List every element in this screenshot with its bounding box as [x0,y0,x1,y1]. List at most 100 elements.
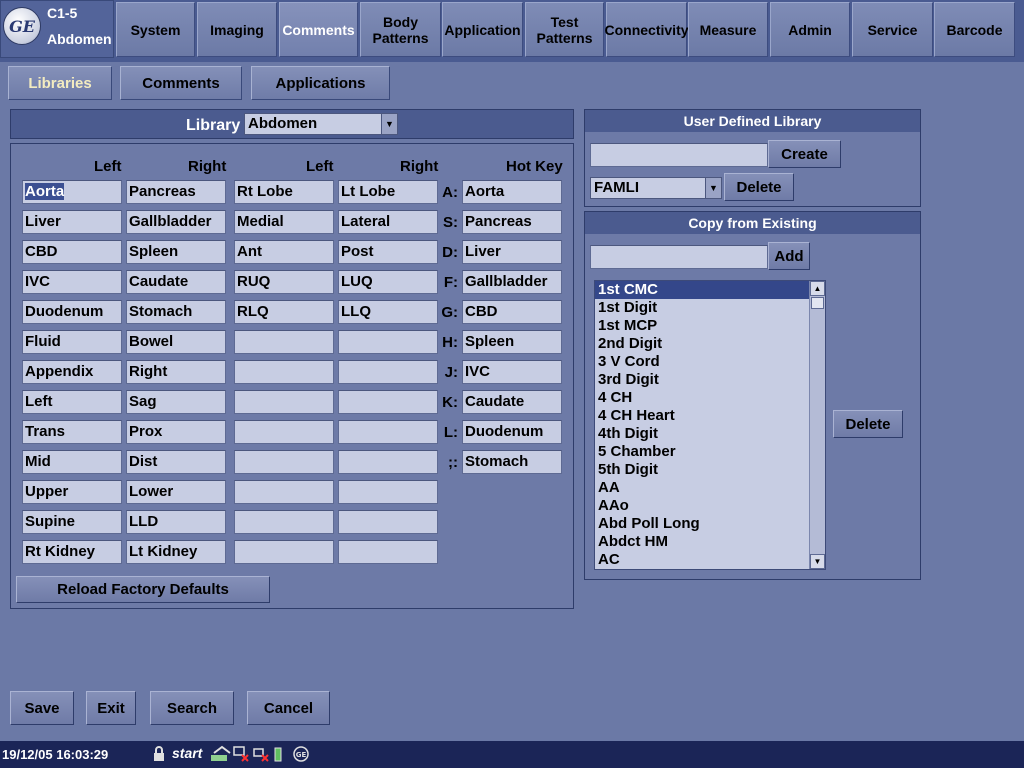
comment-field[interactable]: Lt Lobe [338,180,438,204]
comment-field[interactable]: Rt Lobe [234,180,334,204]
comment-field[interactable]: Spleen [126,240,226,264]
comment-field[interactable] [234,540,334,564]
tab-connectivity[interactable]: Connectivity [605,2,689,57]
comment-field[interactable] [234,510,334,534]
comment-field[interactable]: Upper [22,480,122,504]
list-item[interactable]: 3 V Cord [595,353,825,371]
list-scrollbar[interactable]: ▲ ▼ [809,281,825,569]
list-item[interactable]: 1st CMC [595,281,825,299]
comment-field[interactable]: LUQ [338,270,438,294]
tab-comments[interactable]: Comments [279,2,358,57]
exit-button[interactable]: Exit [86,691,136,725]
list-item[interactable]: 5th Digit [595,461,825,479]
comment-field[interactable]: Caudate [126,270,226,294]
comment-field[interactable]: IVC [22,270,122,294]
scroll-down-icon[interactable]: ▼ [810,554,825,569]
comment-field[interactable]: Medial [234,210,334,234]
comment-field[interactable]: Bowel [126,330,226,354]
comment-field[interactable]: LLD [126,510,226,534]
comment-field[interactable] [338,450,438,474]
search-button[interactable]: Search [150,691,234,725]
hotkey-field[interactable]: Pancreas [462,210,562,234]
scroll-up-icon[interactable]: ▲ [810,281,825,296]
comment-field[interactable] [234,330,334,354]
chevron-down-icon[interactable]: ▼ [381,114,397,134]
library-select[interactable]: Abdomen ▼ [244,113,398,135]
scroll-thumb[interactable] [811,297,824,309]
comment-field[interactable]: RUQ [234,270,334,294]
comment-field[interactable]: Appendix [22,360,122,384]
hotkey-field[interactable]: IVC [462,360,562,384]
list-item[interactable]: 3rd Digit [595,371,825,389]
list-item[interactable]: Abdct HM [595,533,825,551]
comment-field[interactable]: Supine [22,510,122,534]
comment-field[interactable] [338,360,438,384]
list-item[interactable]: 5 Chamber [595,443,825,461]
start-label[interactable]: start [172,745,202,761]
comment-field[interactable]: LLQ [338,300,438,324]
list-item[interactable]: 4th Digit [595,425,825,443]
list-item[interactable]: 2nd Digit [595,335,825,353]
list-item[interactable]: 1st Digit [595,299,825,317]
comment-field[interactable]: RLQ [234,300,334,324]
comment-field[interactable]: Mid [22,450,122,474]
subtab-libraries[interactable]: Libraries [8,66,112,100]
comment-field[interactable]: Gallbladder [126,210,226,234]
comment-field[interactable]: Lateral [338,210,438,234]
comment-field[interactable] [338,510,438,534]
user-library-select[interactable]: FAMLI ▼ [590,177,722,199]
comment-field[interactable] [338,540,438,564]
comment-field[interactable] [338,390,438,414]
tab-test-patterns[interactable]: Test Patterns [525,2,604,57]
comment-field[interactable]: Dist [126,450,226,474]
hotkey-field[interactable]: Caudate [462,390,562,414]
list-item[interactable]: AAo [595,497,825,515]
comment-field[interactable]: CBD [22,240,122,264]
hotkey-field[interactable]: Aorta [462,180,562,204]
list-item[interactable]: 1st MCP [595,317,825,335]
save-button[interactable]: Save [10,691,74,725]
comment-field[interactable]: Stomach [126,300,226,324]
comment-field[interactable]: Left [22,390,122,414]
comment-field[interactable] [338,480,438,504]
comment-field[interactable]: Prox [126,420,226,444]
hotkey-field[interactable]: CBD [462,300,562,324]
comment-field[interactable]: Rt Kidney [22,540,122,564]
existing-library-list[interactable]: 1st CMC 1st Digit 1st MCP 2nd Digit 3 V Cord… [594,280,826,570]
subtab-comments[interactable]: Comments [120,66,242,100]
hotkey-field[interactable]: Duodenum [462,420,562,444]
list-item[interactable]: 4 CH Heart [595,407,825,425]
tab-measure[interactable]: Measure [688,2,768,57]
comment-field[interactable]: Aorta [22,180,122,204]
comment-field[interactable]: Liver [22,210,122,234]
comment-field[interactable] [234,390,334,414]
add-button[interactable]: Add [768,242,810,270]
hotkey-field[interactable]: Gallbladder [462,270,562,294]
delete-item-button[interactable]: Delete [833,410,903,438]
comment-field[interactable] [234,420,334,444]
comment-field[interactable]: Pancreas [126,180,226,204]
comment-field[interactable] [234,450,334,474]
list-item[interactable]: AC [595,551,825,569]
create-button[interactable]: Create [768,140,841,168]
cancel-button[interactable]: Cancel [247,691,330,725]
reload-factory-defaults-button[interactable]: Reload Factory Defaults [16,576,270,603]
chevron-down-icon[interactable]: ▼ [705,178,721,198]
subtab-applications[interactable]: Applications [251,66,390,100]
hotkey-field[interactable]: Spleen [462,330,562,354]
comment-field[interactable] [338,420,438,444]
comment-field[interactable]: Duodenum [22,300,122,324]
tab-body-patterns[interactable]: Body Patterns [360,2,441,57]
tab-barcode[interactable]: Barcode [934,2,1015,57]
delete-library-button[interactable]: Delete [724,173,794,201]
tab-imaging[interactable]: Imaging [197,2,277,57]
comment-field[interactable]: Fluid [22,330,122,354]
comment-field[interactable] [234,360,334,384]
tab-admin[interactable]: Admin [770,2,850,57]
list-item[interactable]: Abd Poll Long [595,515,825,533]
tab-service[interactable]: Service [852,2,933,57]
hotkey-field[interactable]: Stomach [462,450,562,474]
new-library-name-input[interactable] [590,143,768,167]
comment-field[interactable]: Sag [126,390,226,414]
list-item[interactable]: 4 CH [595,389,825,407]
